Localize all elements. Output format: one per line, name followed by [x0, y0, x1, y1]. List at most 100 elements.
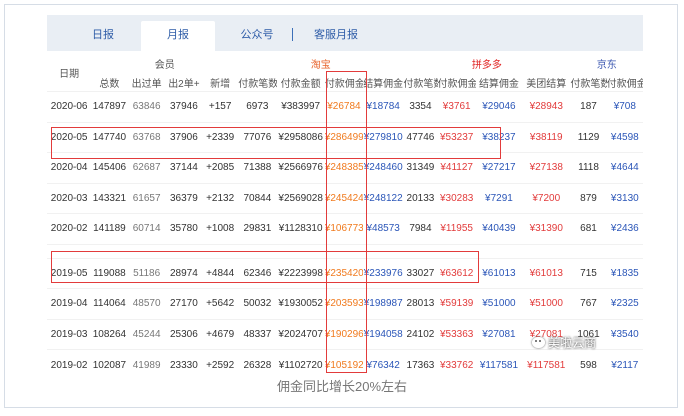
tab-monthly-report[interactable]: 月报	[141, 21, 215, 51]
table-cell: ¥1930052	[276, 288, 325, 319]
table-cell: ¥235420	[324, 257, 364, 289]
report-panel: 日报 月报 公众号 客服月报 日期 会员 淘宝 拼多多 京东 总数 出过单 出2…	[47, 15, 647, 380]
table-cell: 51186	[127, 257, 166, 289]
tab-official-account[interactable]: 公众号	[233, 25, 281, 45]
header-date: 日期	[59, 68, 80, 80]
table-cell: ¥4598	[606, 121, 643, 153]
table-cell: ¥28943	[522, 91, 571, 122]
table-row: 2019-05 119088 51186 28974 +4844 62346 ¥222399…	[47, 257, 643, 289]
image-caption: 佣金同比增长20%左右	[276, 379, 408, 394]
table-cell: 47746	[403, 121, 438, 153]
header-col: 付款佣金	[324, 78, 364, 90]
table-cell: ¥63612	[437, 257, 476, 289]
table-row: 2020-06 147897 63846 37946 +157 6973 ¥383997 ¥2…	[47, 91, 643, 122]
table-cell: ¥190296	[324, 318, 364, 350]
table-cell: 767	[570, 288, 607, 319]
table-cell: 33027	[403, 257, 438, 289]
header-col: 付款金额	[280, 78, 321, 90]
table-cell: 145406	[91, 152, 128, 183]
table-cell: 27170	[165, 288, 203, 319]
table-cell: ¥26784	[324, 91, 364, 122]
header-group-pdd: 拼多多	[471, 59, 502, 71]
table-cell: ¥40439	[475, 213, 523, 244]
table-cell: 37946	[165, 91, 203, 122]
table-cell: 63768	[127, 121, 166, 153]
cell-date: 2020-02	[47, 213, 92, 244]
table-cell: 143321	[91, 182, 128, 214]
table-cell: 6973	[238, 91, 277, 122]
tab-daily-report[interactable]: 日报	[83, 25, 123, 45]
table-row-gap	[47, 243, 643, 258]
table-cell: ¥61013	[475, 257, 523, 289]
table-cell: 25306	[165, 318, 203, 350]
table-cell	[165, 243, 203, 258]
table-cell: ¥51000	[475, 288, 523, 319]
table-cell: ¥248460	[363, 152, 404, 183]
table-cell: 147897	[91, 91, 128, 122]
table-cell: ¥61013	[522, 257, 571, 289]
table-row: 2020-03 143321 61657 36379 +2132 70844 ¥256902…	[47, 182, 643, 214]
header-col: 美团结算	[526, 78, 567, 90]
header-col: 付款笔数	[570, 78, 607, 90]
table-cell: 70844	[238, 182, 277, 214]
table-cell: 28013	[403, 288, 438, 319]
table-cell: +2132	[202, 182, 239, 214]
cell-date: 2020-03	[47, 182, 92, 214]
tab-divider	[292, 28, 293, 41]
table-cell: +2085	[202, 152, 239, 183]
table-cell: 1129	[570, 121, 607, 153]
table-cell: ¥106773	[324, 213, 364, 244]
table-cell: ¥41127	[437, 152, 476, 183]
table-cell: 31349	[403, 152, 438, 183]
table-cell: ¥2569028	[276, 182, 325, 214]
table-cell: ¥38119	[522, 121, 571, 153]
cell-date: 2019-05	[47, 257, 92, 289]
table-cell	[238, 243, 277, 258]
table-cell	[403, 243, 438, 258]
table-cell: ¥53363	[437, 318, 476, 350]
table-cell: 48337	[238, 318, 277, 350]
table-row: 2020-02 141189 60714 35780 +1008 29831 ¥112831…	[47, 213, 643, 244]
table-row: 2019-04 114064 48570 27170 +5642 50032 ¥193005…	[47, 288, 643, 319]
table-cell: ¥279810	[363, 121, 404, 153]
table-cell: ¥708	[606, 91, 643, 122]
table-cell: ¥3761	[437, 91, 476, 122]
cell-date: 2020-05	[47, 121, 92, 153]
table-row: 2020-05 147740 63768 37906 +2339 77076 ¥295808…	[47, 121, 643, 153]
table-cell: ¥198987	[363, 288, 404, 319]
table-cell: ¥29046	[475, 91, 523, 122]
table-cell: 147740	[91, 121, 128, 153]
table-cell: ¥48573	[363, 213, 404, 244]
cell-date: 2019-03	[47, 318, 92, 350]
table-cell: 60714	[127, 213, 166, 244]
table-cell	[570, 243, 607, 258]
table-cell: 108264	[91, 318, 128, 350]
table-cell	[606, 243, 643, 258]
header-group-members: 会员	[154, 59, 175, 71]
table-cell: 3354	[403, 91, 438, 122]
header-col: 出2单+	[168, 78, 200, 90]
table-cell: ¥3130	[606, 182, 643, 214]
table-cell	[522, 243, 571, 258]
header-col: 出过单	[131, 78, 162, 90]
table-cell: 28974	[165, 257, 203, 289]
chat-bubble-icon	[532, 337, 545, 348]
table-cell: ¥248122	[363, 182, 404, 214]
table-cell: +4679	[202, 318, 239, 350]
table-cell: ¥30283	[437, 182, 476, 214]
table-cell: ¥248385	[324, 152, 364, 183]
table-cell: ¥31390	[522, 213, 571, 244]
table-cell: 62687	[127, 152, 166, 183]
tab-service-monthly-report[interactable]: 客服月报	[303, 25, 369, 45]
table-cell: 77076	[238, 121, 277, 153]
table-cell: +1008	[202, 213, 239, 244]
header-col: 付款笔数	[238, 78, 277, 90]
table-cell	[127, 243, 166, 258]
table-row: 2020-04 145406 62687 37144 +2085 71388 ¥256697…	[47, 152, 643, 183]
table-cell: ¥2223998	[276, 257, 325, 289]
table-cell: ¥27217	[475, 152, 523, 183]
table-cell: ¥7200	[522, 182, 571, 214]
table-cell: 62346	[238, 257, 277, 289]
table-cell: ¥2436	[606, 213, 643, 244]
table-cell: ¥245424	[324, 182, 364, 214]
